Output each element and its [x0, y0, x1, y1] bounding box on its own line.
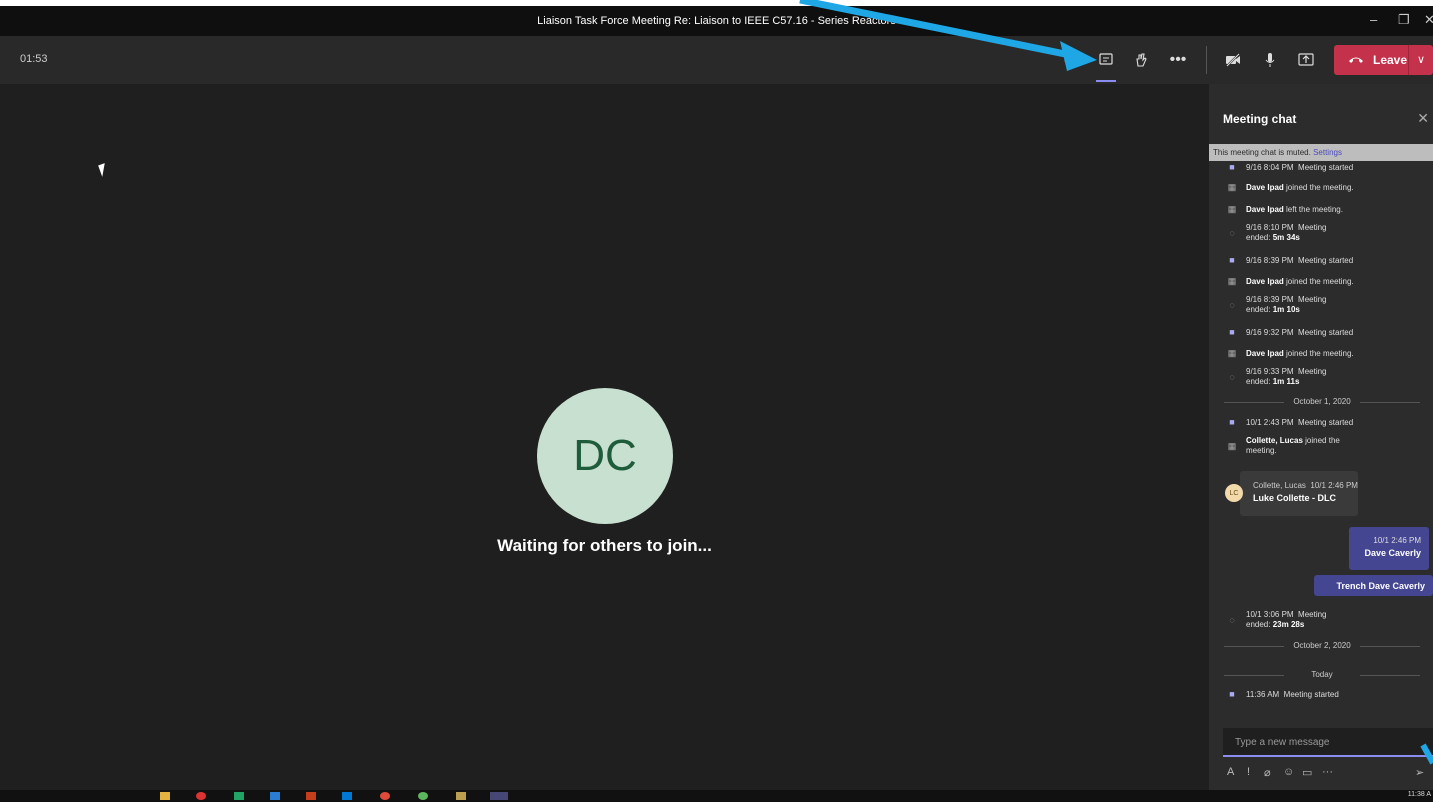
chat-event: ■ 9/16 8:04 PM Meeting started — [1226, 162, 1353, 172]
chat-event: ◌ 9/16 8:10 PM Meeting ended: 5m 34s — [1226, 223, 1326, 243]
participant-avatar: DC — [537, 388, 673, 524]
chevron-down-icon[interactable]: ∨ — [1417, 53, 1425, 66]
my-chat-message[interactable]: 10/1 2:46 PM Dave Caverly — [1349, 527, 1429, 570]
chat-event: ▦ Dave Ipad joined the meeting. — [1227, 348, 1354, 358]
app-icon[interactable] — [380, 792, 390, 800]
avatar-initials: DC — [573, 431, 637, 480]
meeting-ended-icon: ◌ — [1229, 228, 1235, 238]
chat-event: ■ 11:36 AM Meeting started — [1226, 689, 1339, 699]
waiting-message: Waiting for others to join... — [497, 536, 712, 555]
video-camera-icon: ■ — [1229, 417, 1235, 427]
meeting-chat-panel: Meeting chat ✕ This meeting chat is mute… — [1209, 84, 1433, 790]
close-icon[interactable]: ✕ — [1417, 110, 1429, 127]
more-actions-icon[interactable]: ••• — [1166, 48, 1190, 72]
message-text: Dave Caverly — [1364, 548, 1421, 558]
phone-hangup-icon — [1349, 57, 1363, 63]
outlook-icon[interactable] — [342, 792, 352, 800]
settings-link[interactable]: Settings — [1313, 148, 1342, 157]
meeting-ended-icon: ◌ — [1229, 615, 1235, 625]
video-camera-icon: ■ — [1229, 162, 1235, 172]
send-icon[interactable]: ➢ — [1415, 766, 1424, 779]
chat-event: ▦ Dave Ipad joined the meeting. — [1227, 182, 1354, 192]
leave-split-divider — [1408, 45, 1409, 75]
mouse-cursor-icon — [98, 163, 109, 177]
microphone-icon[interactable] — [1258, 48, 1282, 72]
date-separator: Today — [1224, 670, 1420, 679]
chat-message[interactable]: Collette, Lucas 10/1 2:46 PM Luke Collet… — [1240, 471, 1358, 516]
folder-icon[interactable] — [160, 792, 170, 800]
chrome-icon[interactable] — [418, 792, 428, 800]
chat-icon[interactable] — [1094, 48, 1118, 72]
camera-off-icon[interactable] — [1221, 48, 1245, 72]
app-icon[interactable] — [456, 792, 466, 800]
my-chat-message[interactable]: Trench Dave Caverly — [1314, 575, 1433, 596]
chat-panel-title: Meeting chat — [1223, 112, 1297, 126]
date-separator: October 1, 2020 — [1224, 397, 1420, 406]
more-options-icon[interactable]: ··· — [1322, 766, 1333, 778]
excel-icon[interactable] — [234, 792, 244, 800]
format-icon[interactable]: A — [1227, 766, 1234, 778]
leave-label: Leave — [1373, 53, 1408, 67]
raise-hand-icon[interactable] — [1129, 48, 1153, 72]
calendar-icon: ▦ — [1227, 276, 1237, 286]
teams-icon[interactable] — [490, 792, 508, 800]
important-icon[interactable]: ! — [1247, 766, 1250, 778]
avatar: LC — [1225, 484, 1243, 502]
participants-icon[interactable] — [1059, 48, 1083, 72]
browser-icon[interactable] — [196, 792, 206, 800]
chat-event: ◌ 9/16 9:33 PM Meeting ended: 1m 11s — [1226, 367, 1326, 387]
muted-text: This meeting chat is muted. — [1213, 148, 1311, 157]
close-window-icon[interactable]: ✕ — [1424, 12, 1433, 28]
message-meta: Collette, Lucas 10/1 2:46 PM — [1253, 481, 1358, 490]
chat-event: ■ 10/1 2:43 PM Meeting started — [1226, 417, 1353, 427]
leave-button[interactable]: Leave ∨ — [1334, 45, 1433, 75]
calendar-icon: ▦ — [1227, 204, 1237, 214]
chat-event: ▦ Dave Ipad left the meeting. — [1227, 204, 1343, 214]
meeting-toolbar: 01:53 ••• Leave ∨ — [0, 36, 1433, 84]
toolbar-divider — [1206, 46, 1207, 74]
emoji-icon[interactable]: ☺ — [1283, 766, 1294, 778]
message-time: 10/1 2:46 PM — [1373, 536, 1421, 545]
os-taskbar: 11:38 A — [0, 790, 1433, 802]
chat-active-indicator — [1096, 80, 1116, 82]
pdf-icon[interactable] — [306, 792, 316, 800]
compose-box[interactable] — [1223, 728, 1433, 757]
attach-icon[interactable]: ⌀ — [1264, 766, 1271, 779]
video-camera-icon: ■ — [1229, 327, 1235, 337]
video-camera-icon: ■ — [1229, 689, 1235, 699]
chat-event: ■ 9/16 8:39 PM Meeting started — [1226, 255, 1353, 265]
message-input[interactable] — [1233, 736, 1427, 749]
date-separator: October 2, 2020 — [1224, 641, 1420, 650]
share-screen-icon[interactable] — [1294, 48, 1318, 72]
calendar-icon: ▦ — [1227, 348, 1237, 358]
meeting-ended-icon: ◌ — [1229, 372, 1235, 382]
calendar-icon: ▦ — [1227, 441, 1237, 451]
sticker-icon[interactable]: ▭ — [1302, 766, 1312, 779]
chat-event: ◌ 9/16 8:39 PM Meeting ended: 1m 10s — [1226, 295, 1326, 315]
calendar-icon: ▦ — [1227, 182, 1237, 192]
video-camera-icon: ■ — [1229, 255, 1235, 265]
window-title: Liaison Task Force Meeting Re: Liaison t… — [537, 15, 896, 27]
muted-banner: This meeting chat is muted. Settings — [1209, 144, 1433, 161]
window-title-bar: Liaison Task Force Meeting Re: Liaison t… — [0, 0, 1433, 36]
word-icon[interactable] — [270, 792, 280, 800]
system-clock: 11:38 A — [1407, 791, 1431, 798]
chat-event: ◌ 10/1 3:06 PM Meeting ended: 23m 28s — [1226, 610, 1326, 630]
message-text: Luke Collette - DLC — [1253, 493, 1337, 503]
chat-event: ▦ Collette, Lucas joined the meeting. — [1227, 436, 1340, 455]
meeting-timer: 01:53 — [20, 53, 48, 65]
meeting-ended-icon: ◌ — [1229, 300, 1235, 310]
chat-event: ▦ Dave Ipad joined the meeting. — [1227, 276, 1354, 286]
meeting-stage: DC Waiting for others to join... — [0, 84, 1209, 790]
restore-icon[interactable]: ❐ — [1398, 12, 1410, 28]
chat-event: ■ 9/16 9:32 PM Meeting started — [1226, 327, 1353, 337]
minimize-icon[interactable]: – — [1370, 12, 1377, 27]
